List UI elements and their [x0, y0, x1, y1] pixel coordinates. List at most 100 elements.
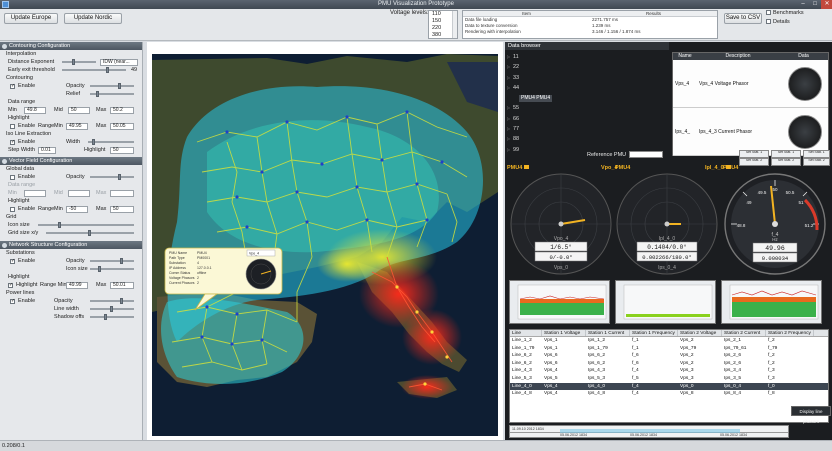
table-row[interactable]: Line_1_79 Vps_1 Ips_1_79 f_1 Vps_79 Ips_79_61…	[510, 345, 828, 353]
power-lines-opacity-slider[interactable]	[90, 298, 134, 304]
tree-item[interactable]: 22	[507, 62, 667, 73]
contouring-enable-checkbox[interactable]: ✓	[10, 83, 15, 89]
iso-highlight-field[interactable]: 50	[110, 146, 134, 154]
set-station-button[interactable]: Set Stat. 1	[739, 150, 769, 158]
vector-highlight-min-field[interactable]: -50	[66, 205, 88, 213]
timeline-range[interactable]	[560, 429, 740, 433]
voltage-levels-list[interactable]: 110 150 220 380	[428, 10, 458, 39]
data-mid-field[interactable]: 50	[68, 106, 90, 114]
gauge-readout: 1/6.5°	[550, 244, 572, 251]
network-structure-config-header[interactable]: Network Structure Configuration	[0, 241, 142, 249]
opacity-slider[interactable]	[90, 83, 134, 89]
step-width-label: Step Width	[8, 147, 35, 153]
table-row[interactable]: Line_1_2 Vps_1 Ips_1_2 f_1 Vps_2 Ips_2_1 f_2	[510, 337, 828, 345]
substations-enable-checkbox[interactable]: ✓	[10, 258, 15, 264]
set-station-button[interactable]: Set Stat. 2	[739, 158, 769, 166]
set-station-button[interactable]: Set Stat. 2	[803, 158, 830, 166]
line-width-slider[interactable]	[90, 306, 134, 312]
popup-value: PM0001	[197, 256, 210, 260]
highlight-max-field[interactable]: 50.05	[110, 122, 134, 130]
iso-enable-checkbox[interactable]: ✓	[10, 139, 15, 145]
substations-opacity-slider[interactable]	[90, 258, 134, 264]
substations-range-min-field[interactable]: 49.99	[66, 281, 88, 289]
vector-enable-checkbox[interactable]	[10, 174, 15, 180]
substations-icon-size-slider[interactable]	[90, 266, 134, 272]
maximize-button[interactable]: □	[809, 0, 821, 9]
highlight-enable-checkbox[interactable]	[10, 123, 15, 129]
substations-highlight-checkbox[interactable]: ✓	[8, 282, 13, 288]
europe-grid-map[interactable]: PMU Name Path Type Substation IP Address…	[147, 42, 503, 440]
power-lines-enable-checkbox[interactable]: ✓	[10, 298, 15, 304]
tree-item[interactable]: 33	[507, 73, 667, 84]
vector-highlight-max-field[interactable]: 50	[110, 205, 134, 213]
minimize-button[interactable]: –	[797, 0, 809, 9]
set-station-button[interactable]: Set Stat. 1	[803, 150, 830, 158]
gauge-var-text: Ipl_4_0	[659, 236, 676, 242]
collapse-icon[interactable]	[2, 242, 7, 248]
voltage-list-scrollbar[interactable]	[452, 11, 457, 38]
tree-item[interactable]: 88	[507, 134, 667, 145]
benchmarks-checkbox[interactable]: Benchmarks	[766, 10, 804, 16]
details-checkbox[interactable]: Details	[766, 19, 790, 25]
data-max-field[interactable]: 50.2	[110, 106, 134, 114]
update-nordic-button[interactable]: Update Nordic	[64, 13, 122, 24]
distance-exponent-slider[interactable]	[62, 59, 96, 65]
vector-field-config-header[interactable]: Vector Field Configuration	[0, 157, 142, 165]
save-csv-button[interactable]: Save to CSV	[724, 13, 762, 24]
interpolation-method-select[interactable]: IDW (near...	[100, 58, 138, 66]
width-label: Width	[66, 139, 81, 145]
contouring-config-header[interactable]: Contouring Configuration	[0, 42, 142, 50]
phasor-name: Vps_4	[675, 80, 690, 87]
popup-value: PMU4	[197, 251, 207, 255]
close-button[interactable]: ✕	[821, 0, 832, 9]
table-row[interactable]: Line_6_2 Vps_6 Ips_6_2 f_6 Vps_2 Ips_2_6 f_2	[510, 352, 828, 360]
tree-item[interactable]: 66	[507, 114, 667, 125]
tree-item[interactable]: 44	[507, 83, 667, 94]
table-row[interactable]: Line_6_2 Vps_6 Ips_6_2 f_6 Vps_2 Ips_2_6 f_2	[510, 360, 828, 368]
selected-tree-item[interactable]: PMU4 PMU4	[519, 95, 553, 103]
collapse-icon[interactable]	[2, 158, 7, 164]
timeline-slider[interactable]: 11.09.10 2012 1834 05.06.2012 1834 05.06…	[509, 425, 789, 438]
highlight-min-field[interactable]: 49.95	[66, 122, 88, 130]
vector-icon-size-slider[interactable]	[38, 222, 134, 228]
update-europe-button[interactable]: Update Europe	[4, 13, 58, 24]
grid-cell: Vps_2	[680, 338, 694, 343]
early-exit-slider[interactable]	[62, 67, 126, 73]
step-width-field[interactable]: 0.01	[38, 146, 56, 154]
map-view[interactable]: PMU Name Path Type Substation IP Address…	[147, 42, 503, 440]
data-min-field[interactable]: 49.8	[24, 106, 46, 114]
table-row[interactable]: Ips_4_ Ips_4_3 Current Phasor	[673, 108, 828, 156]
distance-exponent-label: Distance Exponent	[8, 59, 55, 65]
tree-item[interactable]: 77	[507, 124, 667, 135]
tree-item[interactable]: 11	[507, 52, 667, 63]
dial-tick-label: 49	[746, 200, 752, 205]
grid-cell: Vps_5	[544, 375, 558, 381]
vector-opacity-slider[interactable]	[90, 174, 134, 180]
vector-mid-field[interactable]	[68, 189, 90, 197]
set-station-button[interactable]: Set Stat. 1	[771, 150, 801, 158]
vector-highlight-checkbox[interactable]	[10, 206, 15, 212]
collapse-icon[interactable]	[2, 43, 7, 49]
table-row[interactable]: Line_4_0 Vps_4 Ips_4_0 f_4 Vps_0 Ips_0_4 f_0	[510, 382, 828, 391]
display-line-phasors-button[interactable]: Display line phasors	[791, 406, 831, 424]
vector-max-field[interactable]	[110, 189, 134, 197]
relief-slider[interactable]	[90, 91, 134, 97]
highlight-label: Highlight	[8, 274, 30, 280]
substations-range-max-field[interactable]: 50.01	[110, 281, 134, 289]
grid-size-slider[interactable]	[46, 230, 134, 236]
shadow-offset-slider[interactable]	[90, 314, 134, 320]
table-row[interactable]: Line_4_8 Vps_4 Ips_4_8 f_4 Vps_8 Ips_8_4 f_8	[510, 390, 828, 398]
benchmarks-label: Benchmarks	[773, 10, 804, 16]
popup-label: Substation	[169, 261, 186, 265]
set-station-button[interactable]: Set Stat. 2	[771, 158, 801, 166]
table-row[interactable]: Line_5_3 Vps_5 Ips_5_3 f_5 Vps_3 Ips_3_5 f_3	[510, 375, 828, 383]
iso-width-slider[interactable]	[88, 139, 134, 145]
pmu-tree[interactable]: 11 22 33 44 PMU4 PMU4 55 66 77 88 99	[507, 52, 667, 155]
min-label: Min	[8, 107, 17, 113]
vector-min-field[interactable]	[24, 189, 46, 197]
table-row[interactable]: Vps_4 Vps_4 Voltage Phasor	[673, 60, 828, 108]
reference-pmu-select[interactable]	[629, 151, 664, 158]
popup-value: 4	[197, 261, 199, 265]
table-row[interactable]: Line_4_3 Vps_4 Ips_4_3 f_4 Vps_3 Ips_3_4 f_3	[510, 367, 828, 375]
tree-item[interactable]: 55	[507, 103, 667, 114]
